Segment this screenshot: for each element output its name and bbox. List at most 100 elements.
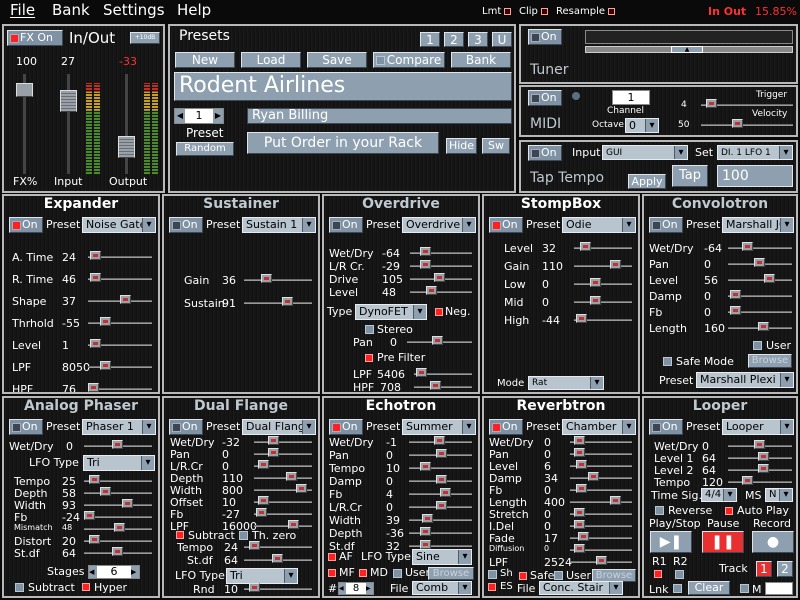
reverbtron-on-button[interactable]: On (489, 419, 523, 435)
flange-tempo-slider[interactable] (249, 541, 260, 550)
tap-tempo-value[interactable]: 100 (717, 165, 793, 187)
random-button[interactable]: Random (176, 142, 234, 156)
looper-on-button[interactable]: On (649, 419, 683, 435)
convolotron-browse-button[interactable]: Browse (748, 354, 792, 368)
flange-param-slider[interactable] (286, 472, 297, 481)
sustainer-on-button[interactable]: On (169, 217, 203, 233)
convolotron-param-slider[interactable] (730, 290, 741, 299)
put-order-button[interactable]: Put Order in your Rack (247, 132, 439, 154)
expander-preset-select[interactable]: Noise Gate (82, 217, 156, 233)
convolotron-param-slider[interactable] (742, 242, 753, 251)
reverbtron-param-slider[interactable] (574, 508, 585, 517)
fx-fader[interactable] (16, 83, 33, 97)
flange-param-slider[interactable] (256, 508, 267, 517)
looper-param-slider[interactable] (758, 452, 769, 461)
tap-set-select[interactable]: DI. 1 LFO 1 (717, 145, 793, 160)
echotron-preset-select[interactable]: Summer (402, 419, 476, 435)
convolotron-file-select[interactable]: Marshall Plexi (696, 372, 794, 388)
overdrive-param-slider[interactable] (426, 286, 437, 295)
track-2-button[interactable]: 2 (777, 561, 793, 577)
flange-param-slider[interactable] (258, 460, 269, 469)
stompbox-param-slider[interactable] (590, 278, 601, 287)
stompbox-param-slider[interactable] (580, 242, 591, 251)
overdrive-preset-select[interactable]: Overdrive 1 (402, 217, 476, 233)
overdrive-param-slider[interactable] (434, 273, 445, 282)
input-fader[interactable] (60, 90, 77, 112)
mute-check[interactable] (740, 584, 749, 593)
track-1-button[interactable]: 1 (756, 561, 772, 577)
apply-button[interactable]: Apply (628, 174, 666, 189)
expander-param-slider[interactable] (88, 383, 99, 392)
echotron-taps-spinner[interactable]: ◀ 8 ▶ (338, 582, 374, 595)
save-button[interactable]: Save (307, 52, 367, 68)
reverbtron-param-slider[interactable] (576, 484, 587, 493)
stompbox-on-button[interactable]: On (489, 217, 523, 233)
prefilter-check[interactable] (365, 354, 373, 362)
midi-on-button[interactable]: On (528, 90, 562, 106)
stompbox-param-slider[interactable] (590, 296, 601, 305)
looper-param-slider[interactable] (742, 476, 753, 485)
echotron-user-check[interactable] (393, 569, 402, 578)
reverbtron-param-slider[interactable] (578, 532, 589, 541)
phaser-wetdry-slider[interactable] (112, 440, 123, 449)
preset-number-spinner[interactable]: ◀ 1 ▶ (174, 108, 224, 124)
phaser-param-slider[interactable] (122, 499, 133, 508)
trigger-slider[interactable] (706, 99, 717, 108)
stereo-check[interactable] (365, 325, 374, 334)
tap-input-select[interactable]: GUI (602, 145, 688, 160)
phaser-preset-select[interactable]: Phaser 1 (82, 419, 156, 435)
phaser-subtract-check[interactable] (15, 583, 24, 592)
ms-select[interactable]: N (765, 488, 793, 502)
phaser-param-slider[interactable] (84, 511, 95, 520)
hyper-check[interactable] (82, 583, 90, 591)
reverbtron-user-check[interactable] (554, 571, 563, 580)
safe-mode-check[interactable] (663, 357, 672, 366)
expander-param-slider[interactable] (90, 339, 101, 348)
tap-button[interactable]: Tap (672, 165, 708, 187)
reverse-check[interactable] (655, 506, 664, 515)
echotron-file-select[interactable]: Comb (412, 581, 472, 595)
convolotron-param-slider[interactable] (764, 274, 775, 283)
menu-settings[interactable]: Settings (103, 1, 165, 19)
overdrive-param-slider[interactable] (420, 260, 431, 269)
fx-on-button[interactable]: FX On (7, 30, 63, 46)
looper-preset-select[interactable]: Looper (722, 419, 794, 435)
convolotron-user-check[interactable] (753, 341, 762, 350)
phaser-param-slider[interactable] (100, 487, 111, 496)
expander-param-slider[interactable] (90, 273, 101, 282)
phaser-on-button[interactable]: On (9, 419, 43, 435)
output-fader[interactable] (118, 136, 135, 158)
es-check[interactable] (488, 583, 496, 591)
af-check[interactable] (328, 553, 336, 561)
r2-check[interactable] (675, 570, 684, 579)
play-stop-button[interactable]: ▶❚ (650, 531, 692, 553)
overdrive-param-slider[interactable] (420, 247, 431, 256)
flange-param-slider[interactable] (268, 436, 279, 445)
reverbtron-param-slider[interactable] (574, 448, 585, 457)
midi-channel-spinner[interactable]: 1 (612, 90, 650, 105)
convolotron-param-slider[interactable] (758, 322, 769, 331)
echotron-param-slider[interactable] (420, 540, 431, 549)
convolotron-param-slider[interactable] (730, 306, 741, 315)
echotron-param-slider[interactable] (436, 501, 447, 510)
record-button[interactable]: ● (752, 531, 794, 553)
flange-param-slider[interactable] (288, 520, 299, 529)
reverbtron-param-slider[interactable] (574, 520, 585, 529)
clear-button[interactable]: Clear (688, 581, 730, 595)
echotron-param-slider[interactable] (420, 462, 431, 471)
reverbtron-safe-check[interactable] (519, 572, 527, 580)
spinner-right-icon[interactable]: ▶ (213, 109, 223, 123)
bank-1-button[interactable]: 1 (420, 32, 440, 47)
hide-button[interactable]: Hide (446, 138, 477, 154)
flange-lfo-select[interactable]: Tri (226, 568, 298, 584)
reverbtron-param-slider[interactable] (574, 544, 585, 553)
taps-right-icon[interactable]: ▶ (366, 583, 373, 594)
new-button[interactable]: New (175, 52, 235, 68)
reverbtron-param-slider[interactable] (574, 436, 585, 445)
sustainer-param-slider[interactable] (282, 297, 293, 306)
timesig-select[interactable]: 4/4 (701, 488, 737, 502)
overdrive-type-select[interactable]: DynoFET (355, 304, 427, 320)
phaser-param-slider[interactable] (89, 475, 100, 484)
pause-button[interactable]: ❚❚ (702, 531, 744, 553)
velocity-slider[interactable] (732, 119, 743, 128)
